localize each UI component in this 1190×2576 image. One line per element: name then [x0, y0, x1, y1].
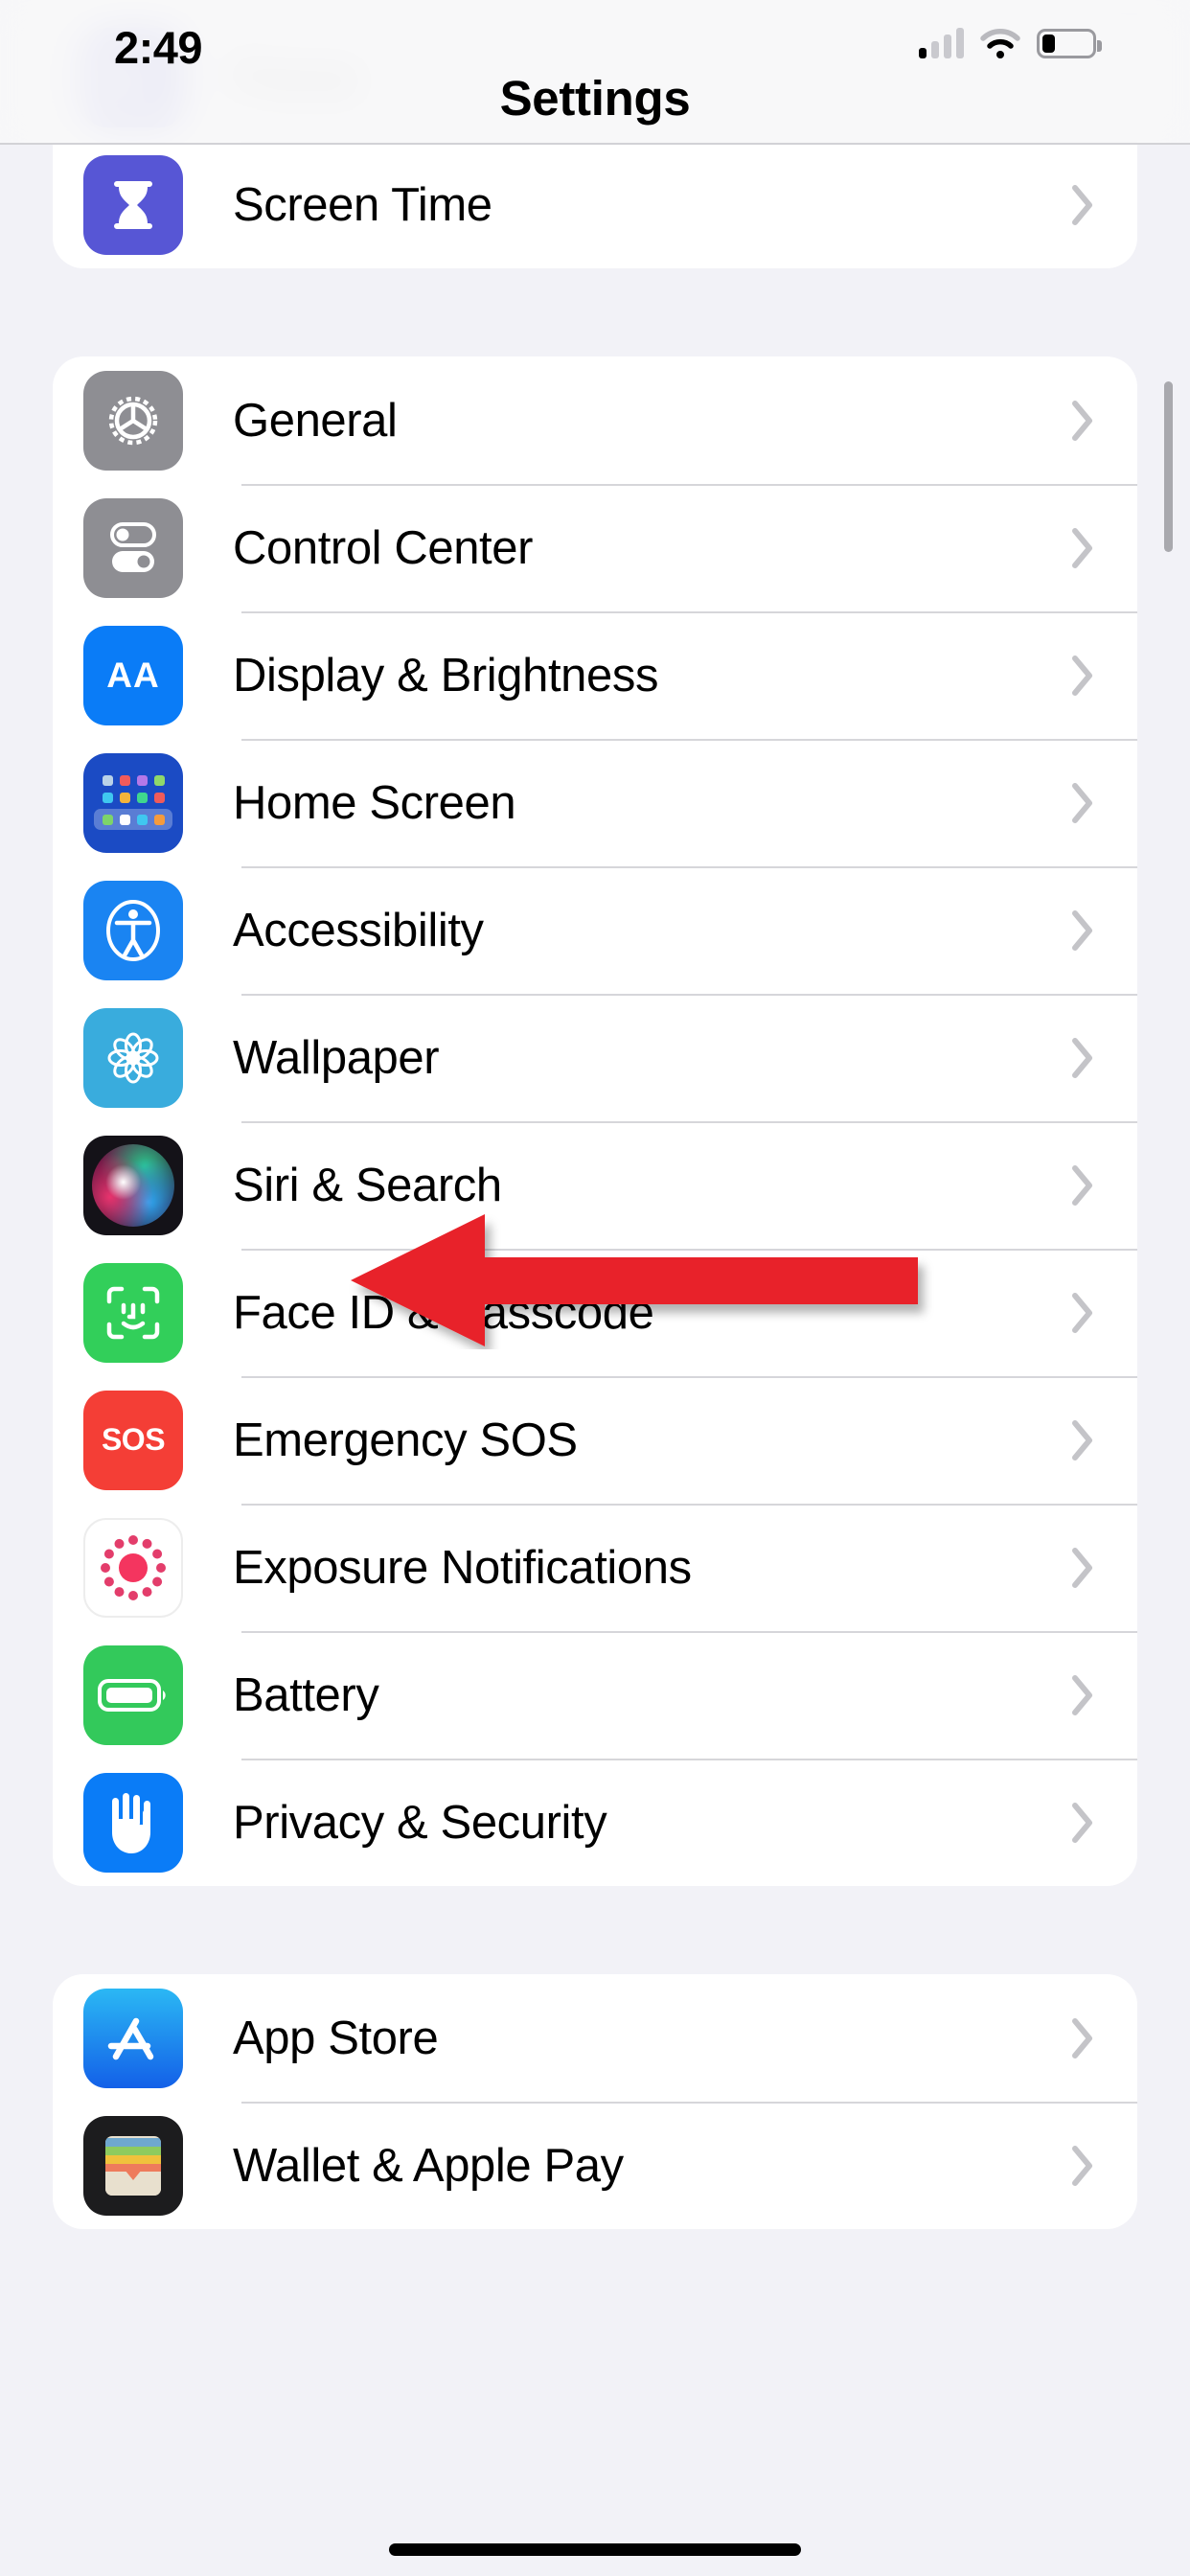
toggles-icon [83, 497, 183, 598]
settings-group-system: General Control Center AA Display & Brig… [53, 356, 1137, 1886]
aa-glyph: AA [106, 655, 160, 695]
wallet-cards [105, 2135, 161, 2196]
settings-row-wallet-apple-pay[interactable]: Wallet & Apple Pay [53, 2102, 1137, 2229]
siri-orb-icon [83, 1135, 183, 1235]
chevron-right-icon [1071, 2017, 1094, 2059]
page-title: Settings [499, 71, 691, 126]
wallet-icon [83, 2115, 183, 2216]
settings-row-label: Display & Brightness [233, 649, 659, 702]
settings-row-label: Battery [233, 1668, 379, 1721]
chevron-right-icon [1071, 782, 1094, 824]
settings-row-app-store[interactable]: App Store [53, 1974, 1137, 2102]
group-gap [0, 1886, 1190, 1974]
chevron-right-icon [1071, 400, 1094, 442]
aa-text-icon: AA [83, 625, 183, 725]
battery-icon [83, 1644, 183, 1745]
app-grid-icon [83, 752, 183, 853]
settings-group-store: App Store Wallet & Apple Pay [53, 1974, 1137, 2229]
settings-row-wallpaper[interactable]: Wallpaper [53, 994, 1137, 1121]
settings-row-label: Wallet & Apple Pay [233, 2139, 624, 2192]
settings-row-label: Home Screen [233, 776, 516, 829]
sos-glyph: SOS [101, 1422, 166, 1457]
chevron-right-icon [1071, 1674, 1094, 1716]
settings-row-siri-search[interactable]: Siri & Search [53, 1121, 1137, 1249]
settings-row-exposure-notifications[interactable]: Exposure Notifications [53, 1504, 1137, 1631]
settings-row-control-center[interactable]: Control Center [53, 484, 1137, 611]
settings-row-general[interactable]: General [53, 356, 1137, 484]
settings-row-battery[interactable]: Battery [53, 1631, 1137, 1759]
settings-row-face-id-passcode[interactable]: Face ID & Passcode [53, 1249, 1137, 1376]
hand-raised-icon [83, 1772, 183, 1873]
app-grid-dock [94, 809, 172, 830]
settings-row-home-screen[interactable]: Home Screen [53, 739, 1137, 866]
iphone-settings-screen: Sounds & Haptics Focus [0, 0, 1190, 2576]
sos-icon: SOS [83, 1390, 183, 1490]
app-store-icon [83, 1988, 183, 2088]
settings-row-accessibility[interactable]: Accessibility [53, 866, 1137, 994]
navigation-bar: Settings [0, 0, 1190, 145]
chevron-right-icon [1071, 1164, 1094, 1207]
gear-icon [83, 370, 183, 471]
settings-row-emergency-sos[interactable]: SOS Emergency SOS [53, 1376, 1137, 1504]
face-id-icon [83, 1262, 183, 1363]
chevron-right-icon [1071, 1802, 1094, 1844]
settings-row-display-brightness[interactable]: AA Display & Brightness [53, 611, 1137, 739]
chevron-right-icon [1071, 1037, 1094, 1079]
scroll-bottom-spacer [0, 2229, 1190, 2344]
settings-row-label: Exposure Notifications [233, 1541, 692, 1594]
settings-row-label: Siri & Search [233, 1159, 502, 1211]
chevron-right-icon [1071, 1547, 1094, 1589]
settings-scroll-container[interactable]: Sounds & Haptics Focus [0, 0, 1190, 2344]
chevron-right-icon [1071, 184, 1094, 226]
vertical-scrollbar[interactable] [1164, 381, 1173, 552]
settings-row-label: App Store [233, 2012, 439, 2064]
chevron-right-icon [1071, 2145, 1094, 2187]
exposure-dots-icon [83, 1517, 183, 1618]
hourglass-icon [83, 154, 183, 255]
settings-row-label: Face ID & Passcode [233, 1286, 654, 1339]
settings-row-label: Privacy & Security [233, 1796, 607, 1849]
chevron-right-icon [1071, 1419, 1094, 1461]
settings-row-label: Wallpaper [233, 1031, 440, 1084]
settings-row-privacy-security[interactable]: Privacy & Security [53, 1759, 1137, 1886]
chevron-right-icon [1071, 1292, 1094, 1334]
settings-row-label: Accessibility [233, 904, 484, 956]
flower-icon [83, 1007, 183, 1108]
settings-row-screen-time[interactable]: Screen Time [53, 141, 1137, 268]
settings-row-label: Emergency SOS [233, 1414, 578, 1466]
home-indicator [389, 2543, 801, 2556]
app-grid-dots [102, 775, 165, 803]
chevron-right-icon [1071, 527, 1094, 569]
accessibility-person-icon [83, 880, 183, 980]
settings-row-label: General [233, 394, 398, 447]
settings-row-label: Control Center [233, 521, 534, 574]
chevron-right-icon [1071, 655, 1094, 697]
group-gap [0, 268, 1190, 356]
settings-row-label: Screen Time [233, 178, 492, 231]
chevron-right-icon [1071, 909, 1094, 952]
